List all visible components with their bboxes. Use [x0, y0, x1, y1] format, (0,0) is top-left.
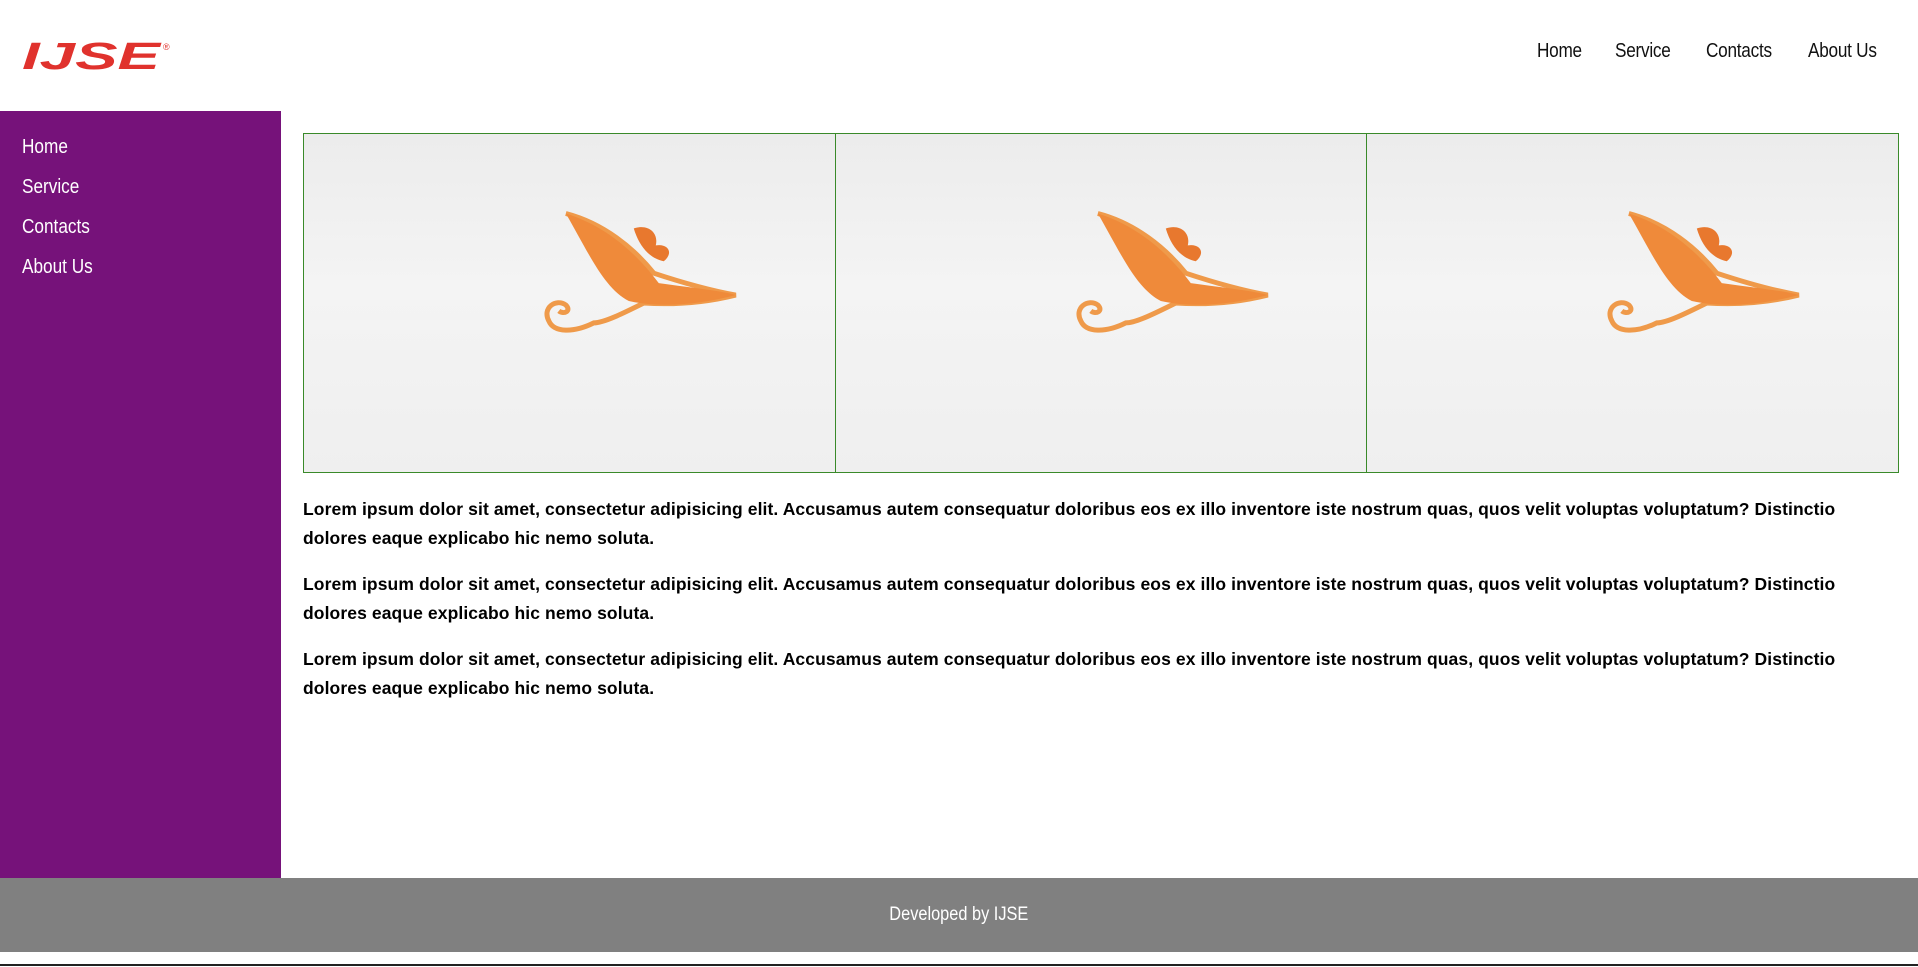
top-nav-contacts-link[interactable]: Contacts	[1706, 40, 1772, 63]
site-footer: Developed by IJSE	[0, 878, 1918, 952]
content-paragraph-3: Lorem ipsum dolor sit amet, consectetur …	[303, 649, 1836, 698]
content-paragraph-2: Lorem ipsum dolor sit amet, consectetur …	[303, 574, 1836, 623]
orange-lamp-logo-image	[544, 211, 737, 333]
gallery-image-2	[834, 134, 1367, 472]
content-paragraph-1: Lorem ipsum dolor sit amet, consectetur …	[303, 499, 1836, 548]
logo-text: IJSE	[22, 38, 163, 74]
gallery-image-3	[1366, 134, 1899, 472]
sidebar-item-contacts[interactable]: Contacts	[22, 215, 245, 239]
top-navigation: Home Service Contacts About Us	[1537, 40, 1888, 63]
orange-lamp-logo-image	[1076, 211, 1269, 333]
logo-registered-mark: ®	[163, 42, 170, 52]
sidebar-item-service[interactable]: Service	[22, 175, 245, 199]
ijse-logo[interactable]: IJSE ®	[22, 38, 174, 74]
top-nav-service-link[interactable]: Service	[1615, 40, 1671, 63]
footer-credit-text: Developed by IJSE	[889, 904, 1029, 925]
sidebar: Home Service Contacts About Us	[0, 111, 281, 878]
page-bottom-border	[0, 964, 1918, 966]
orange-lamp-logo-image	[1607, 211, 1800, 333]
main-content: Lorem ipsum dolor sit amet, consectetur …	[303, 133, 1899, 703]
site-header: IJSE ® Home Service Contacts About Us	[0, 0, 1918, 111]
sidebar-item-home[interactable]: Home	[22, 135, 245, 159]
image-gallery	[303, 133, 1899, 473]
top-nav-home-link[interactable]: Home	[1537, 40, 1582, 63]
top-nav-about-link[interactable]: About Us	[1808, 40, 1877, 63]
sidebar-item-about-us[interactable]: About Us	[22, 255, 245, 279]
gallery-image-1	[304, 134, 835, 472]
